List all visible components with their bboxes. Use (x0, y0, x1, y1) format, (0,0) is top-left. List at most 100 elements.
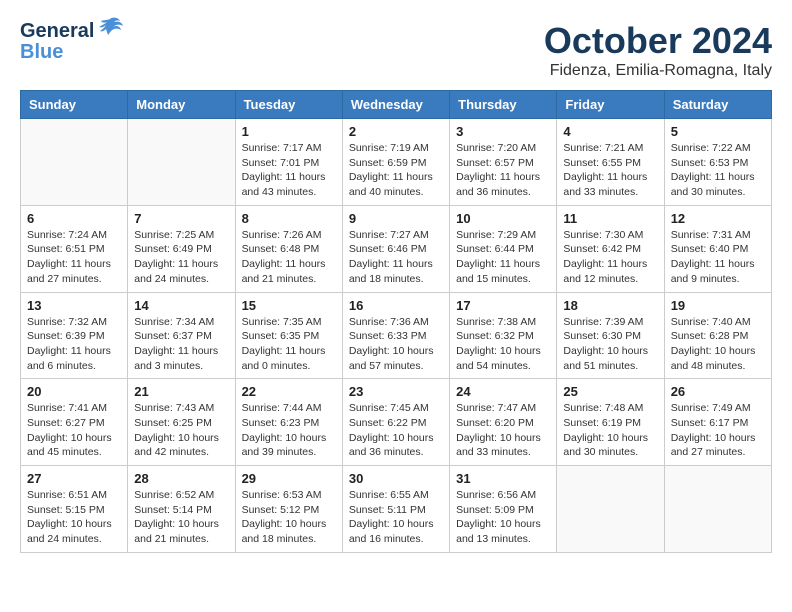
day-info: Sunrise: 7:27 AMSunset: 6:46 PMDaylight:… (349, 228, 443, 287)
logo: General Blue (20, 20, 124, 64)
calendar-cell: 22Sunrise: 7:44 AMSunset: 6:23 PMDayligh… (235, 379, 342, 466)
calendar-cell: 2 Sunrise: 7:19 AMSunset: 6:59 PMDaylight… (342, 119, 449, 206)
day-info: Sunrise: 6:51 AMSunset: 5:15 PMDaylight:… (27, 488, 121, 547)
calendar-cell: 18 Sunrise: 7:39 AMSunset: 6:30 PMDayligh… (557, 292, 664, 379)
logo-blue-text: Blue (20, 41, 63, 63)
calendar-cell: 16Sunrise: 7:36 AMSunset: 6:33 PMDayligh… (342, 292, 449, 379)
day-info: Sunrise: 7:47 AMSunset: 6:20 PMDaylight:… (456, 401, 550, 460)
day-number: 31 (456, 471, 550, 486)
day-info: Sunrise: 6:52 AMSunset: 5:14 PMDaylight:… (134, 488, 228, 547)
day-number: 7 (134, 211, 228, 226)
location-title: Fidenza, Emilia-Romagna, Italy (544, 62, 772, 80)
day-info: Sunrise: 7:39 AMSunset: 6:30 PMDaylight:… (563, 315, 657, 374)
day-info: Sunrise: 7:32 AMSunset: 6:39 PMDaylight:… (27, 315, 121, 374)
calendar-cell: 4Sunrise: 7:21 AMSunset: 6:55 PMDaylight… (557, 119, 664, 206)
day-info: Sunrise: 6:56 AMSunset: 5:09 PMDaylight:… (456, 488, 550, 547)
calendar-week-row: 6Sunrise: 7:24 AMSunset: 6:51 PMDaylight… (21, 205, 772, 292)
calendar-cell: 13 Sunrise: 7:32 AMSunset: 6:39 PMDayligh… (21, 292, 128, 379)
day-number: 5 (671, 124, 765, 139)
day-info: Sunrise: 7:26 AMSunset: 6:48 PMDaylight:… (242, 228, 336, 287)
calendar-cell: 30Sunrise: 6:55 AMSunset: 5:11 PMDayligh… (342, 466, 449, 553)
calendar-header-row: SundayMondayTuesdayWednesdayThursdayFrid… (21, 91, 772, 119)
calendar-cell: 28 Sunrise: 6:52 AMSunset: 5:14 PMDayligh… (128, 466, 235, 553)
calendar-week-row: 20 Sunrise: 7:41 AMSunset: 6:27 PMDayligh… (21, 379, 772, 466)
day-of-week-header: Wednesday (342, 91, 449, 119)
day-info: Sunrise: 7:19 AMSunset: 6:59 PMDaylight:… (349, 141, 443, 200)
day-info: Sunrise: 7:41 AMSunset: 6:27 PMDaylight:… (27, 401, 121, 460)
calendar-week-row: 1 Sunrise: 7:17 AMSunset: 7:01 PMDaylight… (21, 119, 772, 206)
day-number: 30 (349, 471, 443, 486)
calendar-week-row: 13 Sunrise: 7:32 AMSunset: 6:39 PMDayligh… (21, 292, 772, 379)
day-info: Sunrise: 7:17 AMSunset: 7:01 PMDaylight:… (242, 141, 336, 200)
calendar-cell: 14 Sunrise: 7:34 AMSunset: 6:37 PMDayligh… (128, 292, 235, 379)
day-number: 21 (134, 384, 228, 399)
logo-general-text: General (20, 20, 94, 43)
day-number: 8 (242, 211, 336, 226)
day-number: 26 (671, 384, 765, 399)
calendar-cell: 20 Sunrise: 7:41 AMSunset: 6:27 PMDayligh… (21, 379, 128, 466)
calendar-cell (128, 119, 235, 206)
day-info: Sunrise: 7:49 AMSunset: 6:17 PMDaylight:… (671, 401, 765, 460)
day-info: Sunrise: 7:48 AMSunset: 6:19 PMDaylight:… (563, 401, 657, 460)
day-of-week-header: Monday (128, 91, 235, 119)
day-info: Sunrise: 6:53 AMSunset: 5:12 PMDaylight:… (242, 488, 336, 547)
day-info: Sunrise: 7:35 AMSunset: 6:35 PMDaylight:… (242, 315, 336, 374)
calendar-cell: 3 Sunrise: 7:20 AMSunset: 6:57 PMDaylight… (450, 119, 557, 206)
calendar-cell: 31 Sunrise: 6:56 AMSunset: 5:09 PMDayligh… (450, 466, 557, 553)
day-number: 13 (27, 298, 121, 313)
calendar-cell: 5 Sunrise: 7:22 AMSunset: 6:53 PMDaylight… (664, 119, 771, 206)
day-info: Sunrise: 7:30 AMSunset: 6:42 PMDaylight:… (563, 228, 657, 287)
calendar-cell: 26 Sunrise: 7:49 AMSunset: 6:17 PMDayligh… (664, 379, 771, 466)
calendar-week-row: 27 Sunrise: 6:51 AMSunset: 5:15 PMDayligh… (21, 466, 772, 553)
calendar-cell: 12 Sunrise: 7:31 AMSunset: 6:40 PMDayligh… (664, 205, 771, 292)
day-number: 27 (27, 471, 121, 486)
calendar-cell: 7 Sunrise: 7:25 AMSunset: 6:49 PMDaylight… (128, 205, 235, 292)
day-number: 1 (242, 124, 336, 139)
calendar-cell: 21Sunrise: 7:43 AMSunset: 6:25 PMDayligh… (128, 379, 235, 466)
calendar-cell: 24 Sunrise: 7:47 AMSunset: 6:20 PMDayligh… (450, 379, 557, 466)
title-area: October 2024 Fidenza, Emilia-Romagna, It… (544, 20, 772, 80)
calendar-cell: 25Sunrise: 7:48 AMSunset: 6:19 PMDayligh… (557, 379, 664, 466)
day-number: 3 (456, 124, 550, 139)
day-number: 29 (242, 471, 336, 486)
day-of-week-header: Tuesday (235, 91, 342, 119)
day-info: Sunrise: 7:24 AMSunset: 6:51 PMDaylight:… (27, 228, 121, 287)
day-number: 24 (456, 384, 550, 399)
calendar-cell (557, 466, 664, 553)
calendar-cell (21, 119, 128, 206)
calendar-table: SundayMondayTuesdayWednesdayThursdayFrid… (20, 90, 772, 553)
calendar-cell: 9 Sunrise: 7:27 AMSunset: 6:46 PMDaylight… (342, 205, 449, 292)
day-number: 14 (134, 298, 228, 313)
day-number: 28 (134, 471, 228, 486)
day-info: Sunrise: 7:20 AMSunset: 6:57 PMDaylight:… (456, 141, 550, 200)
day-of-week-header: Sunday (21, 91, 128, 119)
header: General Blue October 2024 Fidenza, Emili… (20, 20, 772, 80)
calendar-cell: 29 Sunrise: 6:53 AMSunset: 5:12 PMDayligh… (235, 466, 342, 553)
day-number: 18 (563, 298, 657, 313)
day-number: 16 (349, 298, 443, 313)
day-number: 17 (456, 298, 550, 313)
day-number: 2 (349, 124, 443, 139)
day-of-week-header: Thursday (450, 91, 557, 119)
calendar-cell: 17 Sunrise: 7:38 AMSunset: 6:32 PMDayligh… (450, 292, 557, 379)
day-info: Sunrise: 7:31 AMSunset: 6:40 PMDaylight:… (671, 228, 765, 287)
day-info: Sunrise: 7:29 AMSunset: 6:44 PMDaylight:… (456, 228, 550, 287)
day-number: 10 (456, 211, 550, 226)
day-number: 19 (671, 298, 765, 313)
day-number: 20 (27, 384, 121, 399)
calendar-cell: 27 Sunrise: 6:51 AMSunset: 5:15 PMDayligh… (21, 466, 128, 553)
logo-bird-icon (96, 17, 124, 39)
day-info: Sunrise: 7:38 AMSunset: 6:32 PMDaylight:… (456, 315, 550, 374)
day-info: Sunrise: 7:22 AMSunset: 6:53 PMDaylight:… (671, 141, 765, 200)
calendar-cell: 1 Sunrise: 7:17 AMSunset: 7:01 PMDaylight… (235, 119, 342, 206)
calendar-cell: 11 Sunrise: 7:30 AMSunset: 6:42 PMDayligh… (557, 205, 664, 292)
day-number: 9 (349, 211, 443, 226)
calendar-cell: 8 Sunrise: 7:26 AMSunset: 6:48 PMDaylight… (235, 205, 342, 292)
day-info: Sunrise: 7:40 AMSunset: 6:28 PMDaylight:… (671, 315, 765, 374)
day-info: Sunrise: 7:25 AMSunset: 6:49 PMDaylight:… (134, 228, 228, 287)
day-number: 23 (349, 384, 443, 399)
day-number: 12 (671, 211, 765, 226)
day-info: Sunrise: 7:34 AMSunset: 6:37 PMDaylight:… (134, 315, 228, 374)
day-number: 11 (563, 211, 657, 226)
day-number: 4 (563, 124, 657, 139)
